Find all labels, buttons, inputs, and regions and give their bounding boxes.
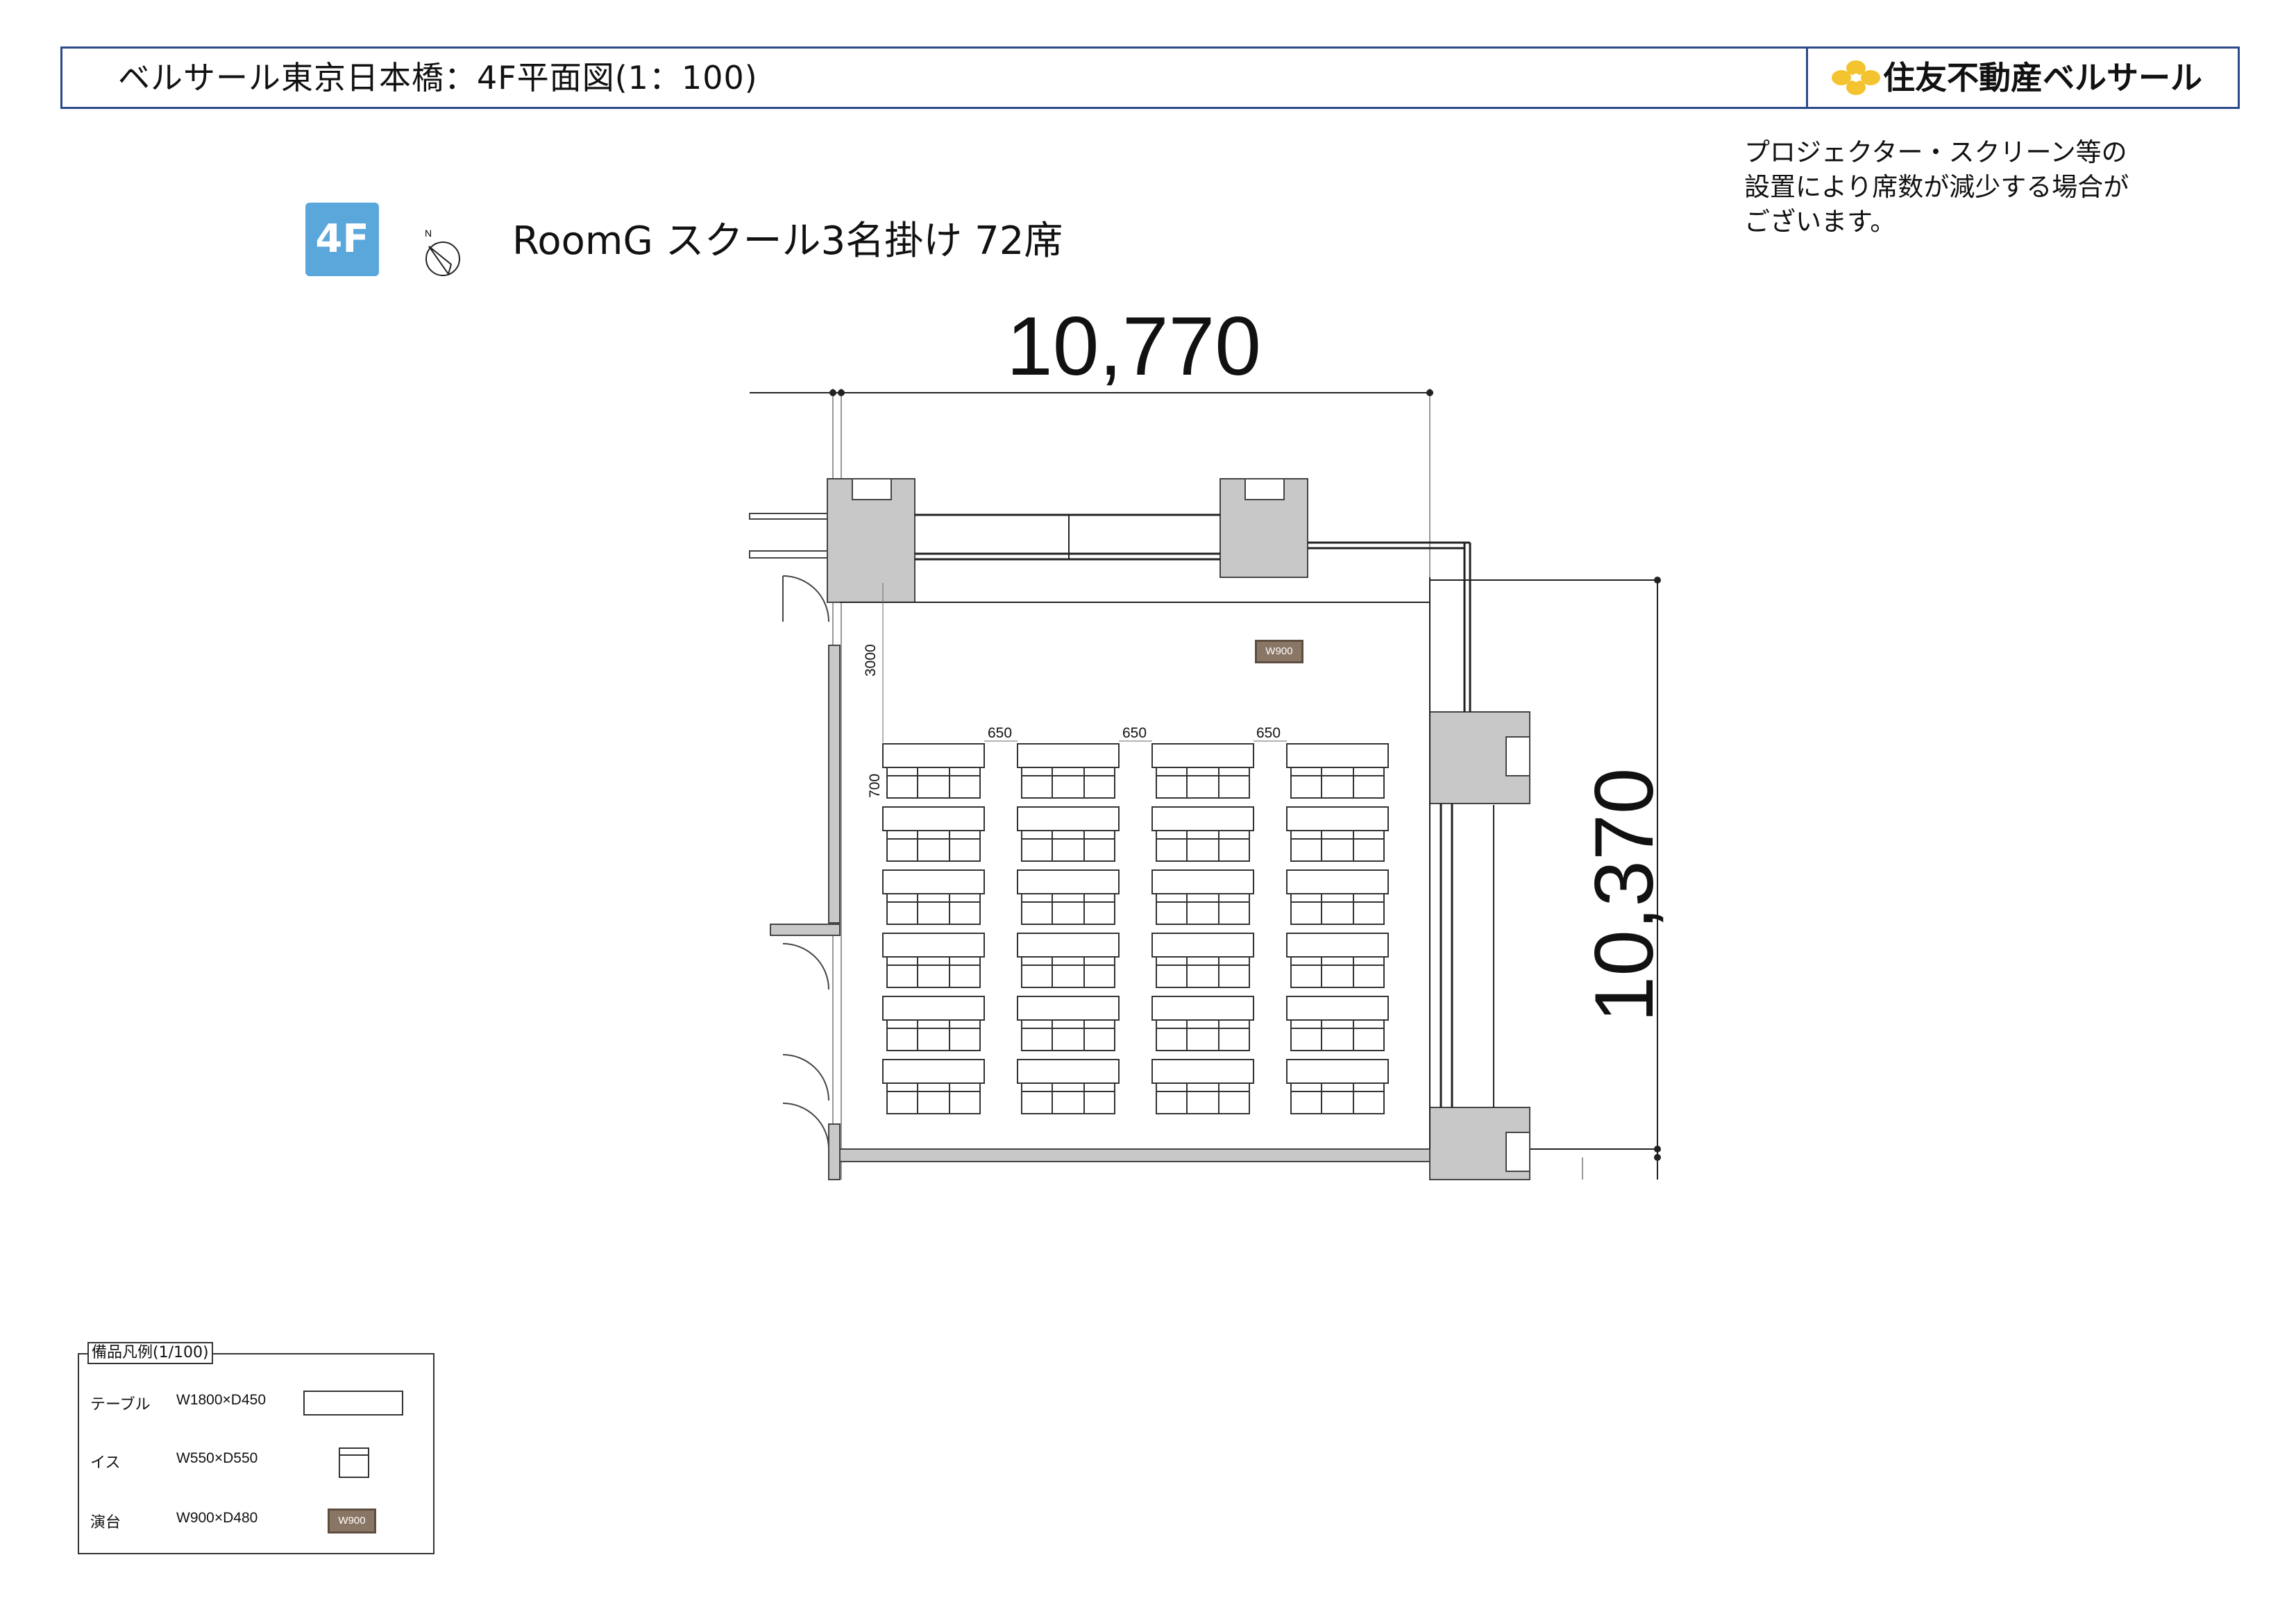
table (1017, 743, 1120, 768)
aisle-gap-label: 650 (1122, 725, 1147, 741)
chairs (1290, 767, 1385, 799)
table (1151, 869, 1254, 894)
row-pitch-label: 700 (867, 773, 883, 798)
table (1017, 996, 1120, 1021)
chairs (1021, 1082, 1115, 1114)
table (1286, 996, 1389, 1021)
room-depth-dimension: 10,370 (1578, 767, 1671, 1023)
chairs (1156, 1019, 1250, 1051)
aisle-gap-label: 650 (1256, 725, 1281, 741)
table-column-2 (1017, 743, 1120, 1114)
table (1017, 869, 1120, 894)
chairs (886, 956, 981, 988)
chairs (1156, 1082, 1250, 1114)
table-column-4 (1286, 743, 1389, 1114)
chairs (1156, 830, 1250, 862)
table (1017, 1059, 1120, 1084)
table-column-3 (1151, 743, 1254, 1114)
table (882, 1059, 985, 1084)
chairs (1290, 1019, 1385, 1051)
chairs (886, 1019, 981, 1051)
table (1017, 933, 1120, 958)
chairs (1290, 956, 1385, 988)
chairs (1290, 1082, 1385, 1114)
chairs (1290, 830, 1385, 862)
walls (749, 478, 1530, 1180)
table-column-1 (882, 743, 985, 1114)
chairs (886, 893, 981, 925)
room-width-dimension: 10,770 (1006, 300, 1262, 393)
legend-podium-swatch: W900 (328, 1509, 376, 1533)
chairs (886, 767, 981, 799)
chairs (1156, 767, 1250, 799)
chairs (1021, 1019, 1115, 1051)
seating-rows (882, 743, 1389, 1114)
equipment-legend: 備品凡例(1/100) テーブル W1800×D450 イス W550×D550… (78, 1342, 434, 1554)
legend-chair-name: イス (90, 1454, 121, 1472)
door-swings (782, 575, 829, 1150)
table (1286, 743, 1389, 768)
chairs (1290, 893, 1385, 925)
aisle-gap-label: 650 (988, 725, 1013, 741)
table (882, 933, 985, 958)
chairs (1021, 893, 1115, 925)
chairs (886, 1082, 981, 1114)
legend-podium-name: 演台 (90, 1514, 121, 1531)
table (882, 869, 985, 894)
table (1151, 806, 1254, 831)
legend-podium-size: W900×D480 (176, 1510, 258, 1526)
chairs (1156, 893, 1250, 925)
chairs (1021, 767, 1115, 799)
chairs (1021, 830, 1115, 862)
table (882, 743, 985, 768)
legend-table-swatch (303, 1391, 403, 1416)
legend-chair-swatch (339, 1447, 369, 1478)
chairs (1156, 956, 1250, 988)
legend-table-name: テーブル (90, 1396, 151, 1413)
front-space-label: 3000 (863, 644, 879, 677)
table (1151, 933, 1254, 958)
spacing-guides (882, 583, 1287, 742)
table (882, 806, 985, 831)
chairs (886, 830, 981, 862)
table (1151, 996, 1254, 1021)
legend-table-size: W1800×D450 (176, 1392, 267, 1408)
podium: W900 (1255, 640, 1303, 663)
table (1286, 869, 1389, 894)
legend-chair-size: W550×D550 (176, 1450, 258, 1466)
table (882, 996, 985, 1021)
table (1286, 806, 1389, 831)
table (1286, 1059, 1389, 1084)
table (1151, 743, 1254, 768)
table (1286, 933, 1389, 958)
chairs (1021, 956, 1115, 988)
table (1017, 806, 1120, 831)
table (1151, 1059, 1254, 1084)
legend-title: 備品凡例(1/100) (87, 1342, 213, 1364)
